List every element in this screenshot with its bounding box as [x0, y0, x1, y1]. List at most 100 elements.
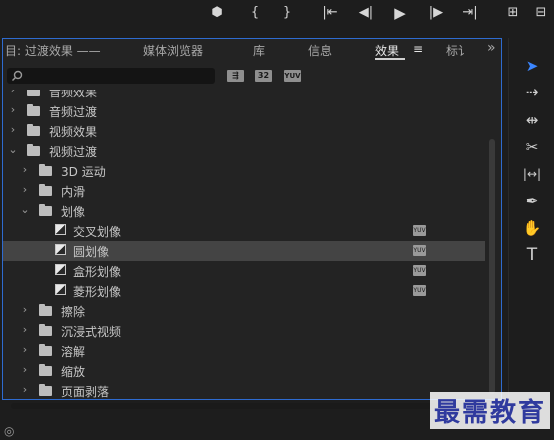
step-forward-icon[interactable]: |▶: [426, 4, 446, 22]
folder-icon: [39, 204, 52, 216]
tree-item-label: 内滑: [61, 185, 86, 199]
tree-item-label: 页面剥落: [61, 385, 110, 399]
tree-item-immersive-video[interactable]: › 沉浸式视频: [3, 321, 485, 341]
yuv-icon[interactable]: YUV: [284, 70, 301, 82]
selection-tool-icon[interactable]: ➤: [509, 54, 554, 78]
folder-icon: [27, 124, 40, 136]
effects-panel: 目: 过渡效果 —— 媒体浏览器 库 信息 效果 ≡ 标讠 » ⇶ 32 YUV…: [2, 38, 502, 409]
watermark: 最需教育: [430, 392, 551, 429]
tree-item-video-effects[interactable]: › 视频效果: [3, 121, 485, 141]
tab-project[interactable]: 目: 过渡效果 ——: [5, 42, 101, 59]
tab-info[interactable]: 信息: [308, 42, 332, 59]
folder-icon: [27, 144, 40, 156]
step-back-icon[interactable]: ◀|: [356, 4, 376, 22]
folder-icon: [39, 324, 52, 336]
type-icon[interactable]: T: [509, 243, 554, 267]
tree-item-zoom[interactable]: › 缩放: [3, 361, 485, 381]
folder-icon: [39, 364, 52, 376]
razor-icon[interactable]: ✂: [509, 135, 554, 159]
effects-tree: › 音频效果 › 音频过渡 › 视频效果 ⌄ 视频过渡 › 3D 运动 › 内滑: [3, 90, 485, 400]
chevron-right-icon[interactable]: ›: [19, 343, 31, 357]
panel-menu-icon[interactable]: ≡: [413, 42, 423, 56]
folder-icon: [39, 344, 52, 356]
tree-item-label: 缩放: [61, 365, 86, 379]
chevron-right-icon[interactable]: ›: [7, 90, 19, 97]
tree-item-label: 划像: [61, 205, 86, 219]
folder-icon: [27, 104, 40, 116]
tab-libraries[interactable]: 库: [253, 42, 265, 59]
tree-item-dissolve[interactable]: › 溶解: [3, 341, 485, 361]
tree-item-label: 圆划像: [73, 245, 110, 259]
pen-icon[interactable]: ✒: [509, 189, 554, 213]
tools-panel: ➤ ⇢ ⇹ ✂ |↔| ✒ ✋ T: [508, 38, 554, 400]
tree-item-video-transitions[interactable]: ⌄ 视频过渡: [3, 141, 485, 161]
track-select-icon[interactable]: ⇢: [509, 80, 554, 104]
extract-icon[interactable]: ⊟: [532, 4, 550, 22]
chevron-right-icon[interactable]: ›: [7, 123, 19, 137]
search-icon: [12, 70, 23, 81]
effects-search-input[interactable]: [7, 68, 215, 84]
tree-item-label: 盒形划像: [73, 265, 122, 279]
yuv-badge-icon: YUV: [413, 225, 426, 236]
tree-item-iris-diamond[interactable]: 菱形划像 YUV: [3, 281, 485, 301]
chevron-right-icon[interactable]: ›: [19, 303, 31, 317]
tab-media-browser[interactable]: 媒体浏览器: [143, 42, 203, 59]
overflow-tabs-icon[interactable]: »: [487, 40, 496, 56]
chevron-right-icon[interactable]: ›: [19, 323, 31, 337]
transition-icon: [55, 284, 66, 295]
panel-tabs: 目: 过渡效果 —— 媒体浏览器 库 信息 效果 ≡ 标讠 »: [3, 39, 501, 61]
tree-item-iris[interactable]: ⌄ 划像: [3, 201, 485, 221]
accelerated-effects-icon[interactable]: ⇶: [227, 70, 244, 82]
yuv-badge-icon: YUV: [413, 265, 426, 276]
marker-icon[interactable]: ⬢: [210, 4, 224, 22]
tree-item-label: 菱形划像: [73, 285, 122, 299]
tree-item-label: 3D 运动: [61, 165, 106, 179]
tab-effects[interactable]: 效果: [375, 42, 399, 59]
transition-icon: [55, 244, 66, 255]
tree-item-slide[interactable]: › 内滑: [3, 181, 485, 201]
tree-item-audio-transitions[interactable]: › 音频过渡: [3, 101, 485, 121]
chevron-right-icon[interactable]: ›: [7, 103, 19, 117]
active-tab-indicator: [375, 58, 405, 60]
vertical-scrollbar-thumb[interactable]: [489, 139, 495, 394]
tree-item-label: 视频过渡: [49, 145, 98, 159]
tree-item-audio-effects[interactable]: › 音频效果: [3, 90, 485, 101]
tree-item-label: 沉浸式视频: [61, 325, 122, 339]
chevron-right-icon[interactable]: ›: [19, 163, 31, 177]
chevron-right-icon[interactable]: ›: [19, 383, 31, 397]
play-icon[interactable]: ▶: [392, 4, 408, 22]
tree-item-label: 视频效果: [49, 125, 98, 139]
go-to-out-icon[interactable]: ⇥|: [460, 4, 480, 22]
32bit-icon[interactable]: 32: [255, 70, 272, 82]
tree-item-iris-round[interactable]: 圆划像 YUV: [3, 241, 485, 261]
folder-icon: [39, 164, 52, 176]
tree-item-iris-box[interactable]: 盒形划像 YUV: [3, 261, 485, 281]
lift-icon[interactable]: ⊞: [503, 4, 523, 22]
tree-item-page-peel[interactable]: › 页面剥落: [3, 381, 485, 400]
tree-item-label: 音频过渡: [49, 105, 98, 119]
go-to-in-icon[interactable]: |⇤: [320, 4, 340, 22]
chevron-down-icon[interactable]: ⌄: [19, 203, 31, 217]
tree-item-label: 溶解: [61, 345, 86, 359]
folder-icon: [27, 90, 40, 96]
ripple-edit-icon[interactable]: ⇹: [509, 108, 554, 132]
tab-markers[interactable]: 标讠: [446, 42, 470, 59]
chevron-right-icon[interactable]: ›: [19, 183, 31, 197]
slip-icon[interactable]: |↔|: [509, 162, 554, 186]
chevron-down-icon[interactable]: ⌄: [7, 143, 19, 157]
tree-item-3d-motion[interactable]: › 3D 运动: [3, 161, 485, 181]
status-icon[interactable]: ◎: [4, 424, 18, 438]
tree-item-label: 擦除: [61, 305, 86, 319]
folder-icon: [39, 384, 52, 396]
chevron-right-icon[interactable]: ›: [19, 363, 31, 377]
search-row: ⇶ 32 YUV: [3, 63, 501, 89]
hand-icon[interactable]: ✋: [509, 216, 554, 240]
yuv-badge-icon: YUV: [413, 245, 426, 256]
mark-out-icon[interactable]: }: [280, 4, 294, 22]
horizontal-scrollbar[interactable]: [11, 403, 489, 409]
folder-icon: [39, 184, 52, 196]
mark-in-icon[interactable]: {: [248, 4, 262, 22]
tree-item-iris-cross[interactable]: 交叉划像 YUV: [3, 221, 485, 241]
tree-item-wipe[interactable]: › 擦除: [3, 301, 485, 321]
tree-item-label: 音频效果: [49, 90, 98, 99]
